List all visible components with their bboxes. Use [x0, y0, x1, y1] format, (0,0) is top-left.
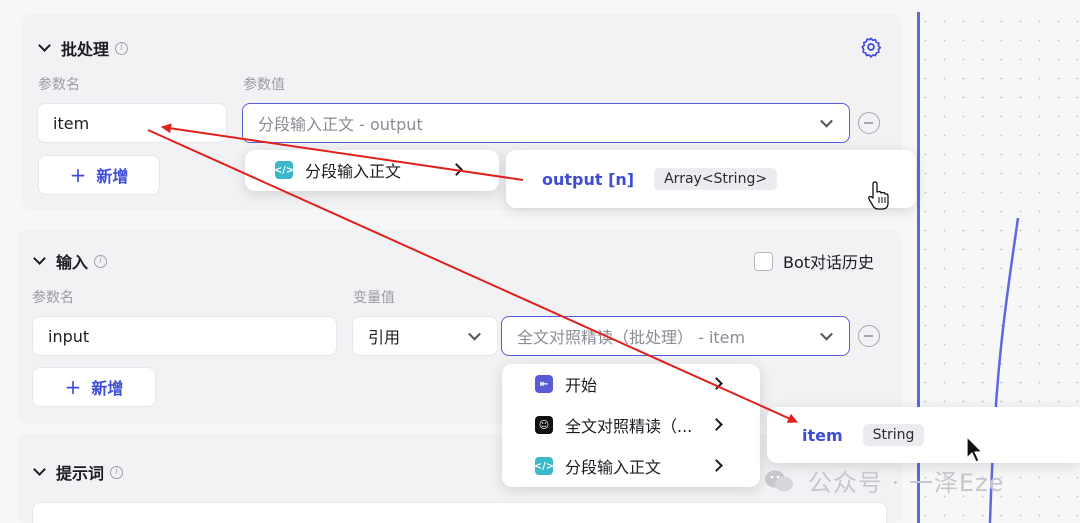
- input-add-label: 新增: [91, 379, 124, 398]
- menu-item-label: 分段输入正文: [305, 162, 402, 181]
- batch-param-value-select[interactable]: 分段输入正文 - output: [242, 103, 850, 143]
- node-select-menu: ⇤ 开始 ☺ 全文对照精读（... </> 分段输入正文: [502, 364, 760, 487]
- chevron-down-icon[interactable]: [468, 327, 481, 341]
- variable-type-tag: String: [862, 424, 925, 446]
- var-value-label: 变量值: [353, 290, 395, 306]
- chevron-down-icon[interactable]: [820, 114, 833, 128]
- menu-item-label: 分段输入正文: [565, 458, 662, 477]
- prompt-section-header[interactable]: 提示词 i: [32, 460, 124, 484]
- info-icon[interactable]: i: [94, 254, 108, 268]
- chevron-right-icon: [710, 418, 723, 431]
- variable-option-output[interactable]: output [n] Array<String>: [506, 159, 916, 199]
- prompt-editor[interactable]: [32, 502, 887, 523]
- bot-history-checkbox-row[interactable]: Bot对话历史: [754, 249, 874, 273]
- code-icon: </>: [274, 161, 294, 179]
- code-icon: </>: [534, 457, 554, 475]
- info-icon[interactable]: i: [115, 41, 129, 55]
- variable-name: item: [802, 425, 843, 445]
- batch-section-header[interactable]: 批处理 i: [37, 36, 129, 60]
- chevron-right-icon: [710, 377, 723, 390]
- watermark: 公众号 · 一泽Eze: [764, 463, 1004, 498]
- param-name-label: 参数名: [32, 290, 74, 306]
- variable-type-tag: Array<String>: [654, 168, 778, 190]
- batch-title: 批处理: [61, 40, 110, 59]
- variable-submenu: output [n] Array<String>: [506, 150, 916, 208]
- chevron-down-icon[interactable]: [33, 463, 46, 476]
- menu-item-label: 全文对照精读（...: [565, 417, 693, 436]
- input-section-header[interactable]: 输入 i: [32, 249, 108, 273]
- chevron-right-icon: [450, 163, 463, 176]
- bot-avatar-icon: ☺: [535, 416, 553, 434]
- batch-add-label: 新增: [96, 167, 129, 186]
- menu-item-segment-input[interactable]: </> 分段输入正文: [502, 446, 760, 486]
- param-value-label: 参数值: [243, 77, 285, 93]
- chevron-down-icon[interactable]: [33, 252, 46, 265]
- chevron-right-icon: [710, 459, 723, 472]
- reference-type-value: 引用: [368, 328, 401, 347]
- settings-gear-icon[interactable]: [860, 36, 882, 58]
- batch-add-button[interactable]: + 新增: [38, 155, 160, 195]
- input-param-name-value: input: [48, 326, 90, 346]
- variable-option-item[interactable]: item String: [767, 415, 1080, 455]
- start-icon: ⇤: [535, 375, 553, 393]
- wechat-icon: [765, 470, 793, 491]
- param-name-label: 参数名: [38, 77, 80, 93]
- reference-type-select[interactable]: 引用: [352, 316, 498, 356]
- plus-icon: +: [69, 163, 87, 187]
- variable-value-placeholder: 全文对照精读（批处理） - item: [517, 328, 746, 347]
- menu-item-start[interactable]: ⇤ 开始: [502, 364, 760, 404]
- input-param-name-input[interactable]: input: [32, 316, 337, 356]
- watermark-text: 公众号 · 一泽Eze: [808, 469, 1005, 497]
- menu-item-full-text-reading[interactable]: ☺ 全文对照精读（...: [502, 405, 760, 445]
- info-icon[interactable]: i: [110, 465, 124, 479]
- remove-circle-icon[interactable]: [858, 112, 880, 134]
- batch-param-name-input[interactable]: item: [37, 103, 227, 143]
- input-title: 输入: [56, 253, 89, 272]
- node-select-menu: </> 分段输入正文: [245, 150, 499, 191]
- chevron-down-icon[interactable]: [820, 327, 833, 341]
- chevron-down-icon[interactable]: [38, 39, 51, 52]
- variable-submenu: item String: [767, 407, 1080, 463]
- batch-param-name-value: item: [53, 113, 90, 133]
- bot-history-checkbox[interactable]: [754, 251, 773, 271]
- input-add-button[interactable]: + 新增: [32, 367, 156, 407]
- menu-item-label: 开始: [565, 376, 598, 395]
- batch-param-value-placeholder: 分段输入正文 - output: [258, 115, 423, 134]
- menu-item-segment-input[interactable]: </> 分段输入正文: [245, 150, 499, 190]
- remove-circle-icon[interactable]: [858, 325, 880, 347]
- bot-history-label: Bot对话历史: [783, 253, 875, 272]
- prompt-title: 提示词: [56, 464, 105, 483]
- variable-value-select[interactable]: 全文对照精读（批处理） - item: [501, 316, 850, 356]
- variable-name: output [n]: [542, 169, 635, 189]
- plus-icon: +: [64, 375, 82, 399]
